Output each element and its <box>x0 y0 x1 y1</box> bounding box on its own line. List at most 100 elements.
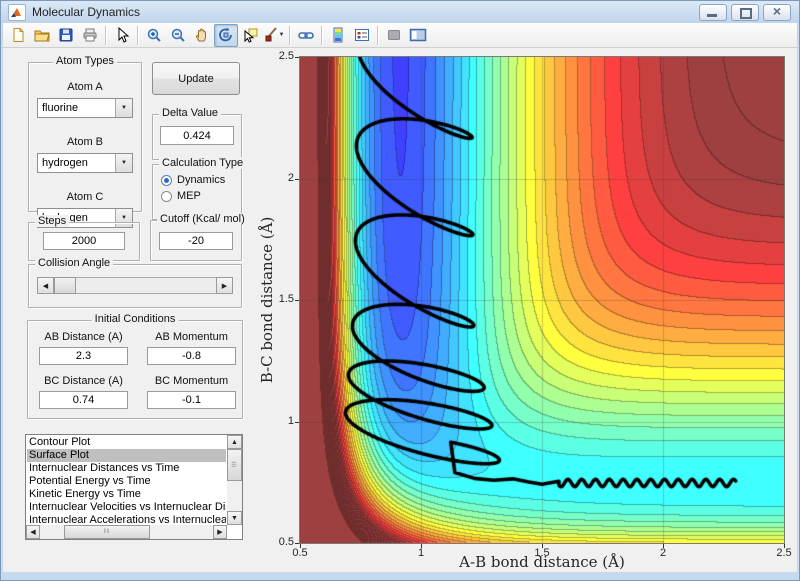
pan-button[interactable] <box>190 24 214 47</box>
slider-right-arrow[interactable]: ▶ <box>216 277 233 294</box>
x-tick-mark <box>663 544 664 548</box>
dock-figure-icon <box>409 28 427 42</box>
chevron-down-icon[interactable]: ▼ <box>115 154 132 172</box>
chevron-down-icon[interactable]: ▼ <box>115 99 132 117</box>
toolbar-separator <box>105 25 107 45</box>
edit-plot-button[interactable] <box>110 24 134 47</box>
radio-mep[interactable]: MEP <box>161 190 241 202</box>
show-plot-tools-dock-button[interactable] <box>406 24 430 47</box>
plot-type-listbox[interactable]: Contour Plot Surface Plot Internuclear Dis… <box>25 434 243 540</box>
panel-title: Collision Angle <box>35 257 114 269</box>
ab-momentum-label: AB Momentum <box>155 331 228 343</box>
radio-button-icon[interactable] <box>161 190 172 202</box>
data-cursor-button[interactable] <box>238 24 262 47</box>
cutoff-panel: Cutoff (Kcal/ mol) <box>150 213 248 261</box>
x-tick-label: 1 <box>417 547 425 559</box>
zoom-in-button[interactable] <box>142 24 166 47</box>
bc-momentum-label: BC Momentum <box>154 375 229 387</box>
list-item[interactable]: Internuclear Velocities vs Internuclear … <box>27 501 226 514</box>
vertical-scroll-thumb[interactable]: ☰ <box>227 449 242 481</box>
list-item[interactable]: Contour Plot <box>27 436 226 449</box>
list-item[interactable]: Potential Energy vs Time <box>27 475 226 488</box>
cutoff-field[interactable] <box>159 232 233 250</box>
y-tick-mark <box>295 178 299 180</box>
radio-button-icon[interactable] <box>161 174 172 186</box>
title-bar[interactable]: Molecular Dynamics <box>1 1 799 23</box>
restore-button[interactable] <box>731 4 759 21</box>
steps-field[interactable] <box>43 232 125 250</box>
list-item[interactable]: Internuclear Accelerations vs Internucle… <box>27 514 226 524</box>
x-tick-label: 1.5 <box>534 547 550 559</box>
list-item[interactable]: Surface Plot <box>27 449 226 462</box>
dropdown-caret-icon[interactable]: ▼ <box>279 32 285 38</box>
atom-a-select[interactable]: fluorine ▼ <box>37 98 133 118</box>
atom-b-value: hydrogen <box>42 157 88 169</box>
scroll-up-arrow[interactable]: ▲ <box>227 435 242 449</box>
horizontal-scrollbar[interactable]: ◀ ‖‖ ▶ <box>26 525 227 539</box>
new-figure-button[interactable] <box>6 24 30 47</box>
hide-plot-tools-button[interactable] <box>382 24 406 47</box>
figure-toolbar: ▼ <box>3 23 797 48</box>
scroll-left-arrow[interactable]: ◀ <box>26 525 40 539</box>
open-folder-icon <box>34 30 50 42</box>
list-item[interactable]: Internuclear Distances vs Time <box>27 462 226 475</box>
y-tick-label: 1.5 <box>278 293 294 305</box>
atom-b-select[interactable]: hydrogen ▼ <box>37 153 133 173</box>
scroll-down-arrow[interactable]: ▼ <box>227 511 242 525</box>
chain-link-icon <box>298 32 314 39</box>
slider-thumb[interactable] <box>54 277 76 294</box>
panel-title: Initial Conditions <box>91 313 179 325</box>
collision-angle-panel: Collision Angle ◀ ▶ <box>28 257 242 308</box>
bc-momentum-field[interactable] <box>147 391 236 409</box>
minimize-button[interactable] <box>699 4 727 21</box>
x-tick-mark <box>784 544 785 548</box>
new-document-icon <box>13 28 24 42</box>
slider-left-arrow[interactable]: ◀ <box>37 277 54 294</box>
save-floppy-icon <box>59 28 73 42</box>
radio-dynamics[interactable]: Dynamics <box>161 174 241 186</box>
scroll-right-arrow[interactable]: ▶ <box>213 525 227 539</box>
panel-title: Delta Value <box>159 107 222 119</box>
link-plot-button[interactable] <box>294 24 318 47</box>
zoom-out-icon <box>171 28 185 42</box>
legend-icon <box>355 29 369 41</box>
slider-track[interactable] <box>54 277 216 294</box>
open-file-button[interactable] <box>30 24 54 47</box>
matlab-app-icon <box>8 3 26 21</box>
zoom-out-button[interactable] <box>166 24 190 47</box>
close-button[interactable] <box>763 3 791 21</box>
vertical-scrollbar[interactable]: ▲ ☰ ▼ <box>227 435 242 525</box>
delta-value-field[interactable] <box>160 126 234 145</box>
save-figure-button[interactable] <box>54 24 78 47</box>
plain-panel-icon <box>388 30 400 40</box>
panel-title: Calculation Type <box>159 157 247 169</box>
ab-distance-field[interactable] <box>39 347 128 365</box>
brush-icon <box>265 27 277 42</box>
toolbar-separator <box>377 25 379 45</box>
horizontal-scroll-thumb[interactable]: ‖‖ <box>64 525 150 539</box>
rotate-3d-button[interactable] <box>214 23 238 47</box>
y-tick-mark <box>295 421 299 423</box>
y-tick-label: 2 <box>287 171 294 184</box>
bc-distance-field[interactable] <box>39 391 128 409</box>
colorbar-icon <box>333 27 343 43</box>
ab-momentum-field[interactable] <box>147 347 236 365</box>
initial-conditions-panel: Initial Conditions AB Distance (A) AB Mo… <box>27 313 243 419</box>
print-figure-button[interactable] <box>78 24 102 47</box>
arrow-cursor-icon <box>118 27 130 43</box>
atom-types-panel: Atom Types Atom A fluorine ▼ Atom B hydr… <box>28 55 142 228</box>
atom-a-value: fluorine <box>42 102 79 114</box>
brush-data-button[interactable]: ▼ <box>262 24 286 47</box>
x-tick-label: 2 <box>659 547 667 559</box>
insert-colorbar-button[interactable] <box>326 24 350 47</box>
y-tick-mark <box>295 300 299 301</box>
y-tick-label: 0.5 <box>278 536 294 548</box>
panel-title: Cutoff (Kcal/ mol) <box>157 213 248 225</box>
data-cursor-icon <box>244 28 258 43</box>
radio-label: MEP <box>177 190 201 202</box>
update-button[interactable]: Update <box>152 62 240 95</box>
plot-type-listbox-items: Contour Plot Surface Plot Internuclear Dis… <box>27 436 226 524</box>
contour-plot-canvas[interactable] <box>300 57 784 543</box>
list-item[interactable]: Kinetic Energy vs Time <box>27 488 226 501</box>
insert-legend-button[interactable] <box>350 24 374 47</box>
